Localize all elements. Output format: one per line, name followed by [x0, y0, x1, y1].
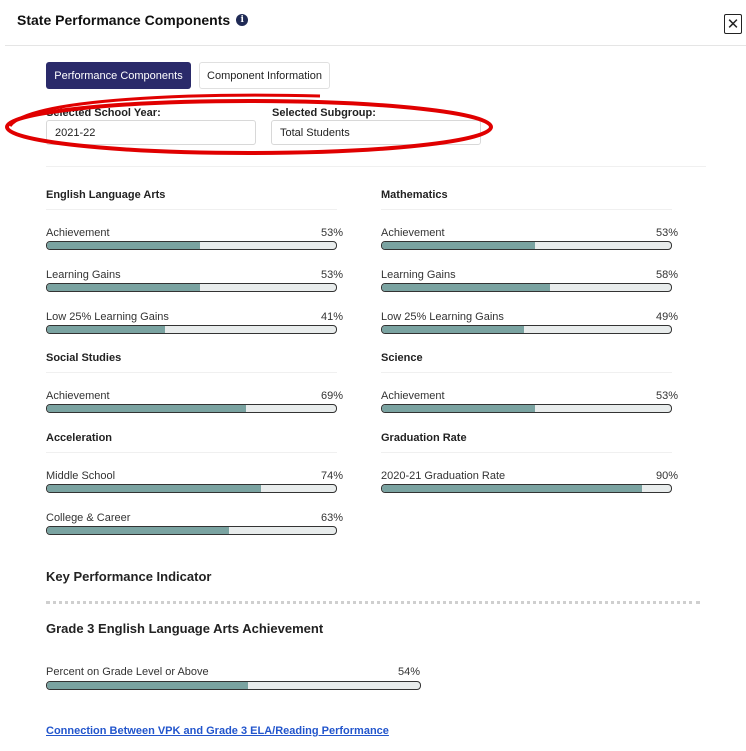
- section-title-math: Mathematics: [381, 189, 448, 201]
- metric-progress-fill: [47, 485, 261, 492]
- section-title-acceleration: Acceleration: [46, 432, 113, 444]
- metric-progress-fill: [47, 284, 201, 291]
- tab-performance-components[interactable]: Performance Components: [46, 62, 191, 89]
- section-divider: [381, 372, 672, 373]
- metric-progress-fill: [382, 485, 643, 492]
- metric-value: 58%: [655, 269, 678, 281]
- metric-label: Low 25% Learning Gains: [381, 311, 504, 323]
- metric-progress-fill: [382, 242, 536, 249]
- kpi-metric-value: 54%: [397, 666, 420, 678]
- kpi-metric-label: Percent on Grade Level or Above: [46, 666, 209, 678]
- metric-value: 63%: [320, 512, 343, 524]
- section-divider: [46, 209, 337, 210]
- metric-value: 49%: [655, 311, 678, 323]
- metric-value: 53%: [655, 227, 678, 239]
- metric-progress-bar: [381, 484, 672, 493]
- subgroup-label: Selected Subgroup:: [272, 107, 376, 119]
- metric-progress-fill: [47, 242, 201, 249]
- metric-value: 90%: [655, 470, 678, 482]
- section-divider: [381, 209, 672, 210]
- metric-value: 53%: [320, 227, 343, 239]
- tab-component-information[interactable]: Component Information: [199, 62, 330, 89]
- metric-progress-bar: [46, 526, 337, 535]
- metric-progress-bar: [381, 325, 672, 334]
- section-divider: [381, 452, 672, 453]
- section-title-social: Social Studies: [46, 352, 122, 364]
- grade3-title: Grade 3 English Language Arts Achievemen…: [46, 621, 324, 636]
- metric-value: 74%: [320, 470, 343, 482]
- header-divider: [5, 45, 746, 46]
- metric-progress-fill: [382, 405, 536, 412]
- section-title-ela: English Language Arts: [46, 189, 166, 201]
- metric-progress-bar: [46, 241, 337, 250]
- metric-value: 41%: [320, 311, 343, 323]
- metric-progress-fill: [382, 326, 524, 333]
- dotted-divider: [46, 601, 700, 604]
- modal-title-text: State Performance Components: [17, 12, 231, 28]
- metric-label: Achievement: [381, 390, 445, 402]
- section-title-graduation: Graduation Rate: [381, 432, 467, 444]
- kpi-progress-bar: [46, 681, 421, 690]
- metric-label: Achievement: [46, 390, 110, 402]
- metric-progress-bar: [46, 484, 337, 493]
- metric-progress-bar: [381, 283, 672, 292]
- metric-value: 53%: [320, 269, 343, 281]
- section-divider: [46, 372, 337, 373]
- metric-label: Learning Gains: [46, 269, 121, 281]
- metric-value: 53%: [655, 390, 678, 402]
- metric-progress-bar: [46, 283, 337, 292]
- metric-label: Learning Gains: [381, 269, 456, 281]
- kpi-title: Key Performance Indicator: [46, 569, 212, 584]
- section-divider: [46, 166, 706, 167]
- kpi-progress-fill: [47, 682, 249, 689]
- metric-progress-fill: [47, 527, 230, 534]
- metric-label: Middle School: [46, 470, 116, 482]
- metric-progress-fill: [382, 284, 550, 291]
- metric-progress-bar: [46, 404, 337, 413]
- metric-label: Achievement: [46, 227, 110, 239]
- section-title-science: Science: [381, 352, 423, 364]
- metric-progress-bar: [46, 325, 337, 334]
- metric-label: 2020-21 Graduation Rate: [381, 470, 506, 482]
- metric-value: 69%: [320, 390, 343, 402]
- metric-label: Low 25% Learning Gains: [46, 311, 169, 323]
- vpk-grade3-link[interactable]: Connection Between VPK and Grade 3 ELA/R…: [46, 725, 389, 737]
- subgroup-select[interactable]: Total Students: [271, 120, 481, 145]
- school-year-select[interactable]: 2021-22: [46, 120, 256, 145]
- info-icon[interactable]: i: [236, 14, 249, 26]
- section-divider: [46, 452, 337, 453]
- school-year-label: Selected School Year:: [46, 107, 161, 119]
- metric-progress-fill: [47, 326, 166, 333]
- metric-label: Achievement: [381, 227, 445, 239]
- metric-label: College & Career: [46, 512, 131, 524]
- metric-progress-fill: [47, 405, 247, 412]
- metric-progress-bar: [381, 241, 672, 250]
- close-icon[interactable]: ✕: [724, 14, 742, 34]
- modal-title: State Performance Components i: [17, 12, 249, 28]
- metric-progress-bar: [381, 404, 672, 413]
